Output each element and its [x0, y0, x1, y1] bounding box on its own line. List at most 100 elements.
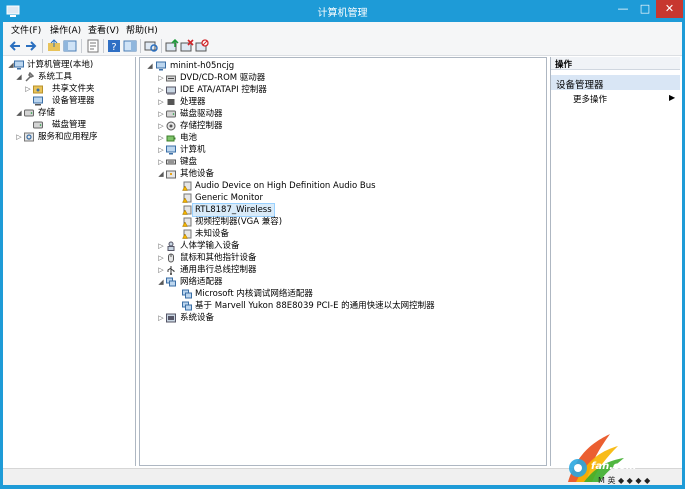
- tree-label: 系统设备: [180, 313, 215, 323]
- back-icon[interactable]: [8, 39, 22, 53]
- up-folder-icon[interactable]: [47, 39, 61, 53]
- expand-icon[interactable]: ▷: [24, 83, 32, 95]
- expand-icon[interactable]: ▷: [157, 144, 165, 156]
- tree-label: 其他设备: [180, 169, 215, 179]
- tree-label: 磁盘管理: [52, 120, 87, 130]
- close-button[interactable]: ✕: [656, 0, 683, 18]
- minimize-button[interactable]: —: [612, 0, 634, 18]
- device-tree: ◢ minint-h05ncjg ▷ DVD/CD-ROM 驱动器 ▷ IDE …: [139, 57, 547, 466]
- tree-label: 磁盘驱动器: [180, 109, 223, 119]
- disk-management-icon: [33, 120, 43, 130]
- forward-icon[interactable]: [24, 39, 38, 53]
- tree-label: 计算机管理(本地): [27, 60, 94, 70]
- content-area: ◢ 计算机管理(本地) ◢ 系统工具 ▷ 共享文件夹 设备管理器 ◢ 存储 磁盘…: [3, 56, 682, 485]
- expand-icon[interactable]: ▷: [157, 108, 165, 120]
- menu-help[interactable]: 帮助(H): [126, 23, 158, 36]
- submenu-arrow-icon[interactable]: ▶: [669, 93, 675, 102]
- collapse-icon[interactable]: ◢: [15, 71, 23, 83]
- watermark-text: fan.com: [591, 461, 637, 472]
- disable-device-icon[interactable]: [195, 39, 209, 53]
- title-bar: 计算机管理 — □ ✕: [0, 0, 685, 22]
- usb-icon: [166, 265, 176, 275]
- menu-view[interactable]: 查看(V): [88, 23, 119, 36]
- actions-section-device-manager[interactable]: 设备管理器: [551, 75, 680, 91]
- help-icon[interactable]: ?: [107, 39, 121, 53]
- expand-icon[interactable]: ▷: [157, 96, 165, 108]
- expand-icon[interactable]: ▷: [157, 72, 165, 84]
- computer-management-icon: [14, 60, 24, 70]
- expand-icon[interactable]: ▷: [157, 312, 165, 324]
- show-tree-icon[interactable]: [63, 39, 77, 53]
- tree-label: 通用串行总线控制器: [180, 265, 257, 275]
- collapse-icon[interactable]: ◢: [146, 60, 154, 72]
- tree-label: 共享文件夹: [52, 84, 95, 94]
- actions-pane: 操作 设备管理器 更多操作 ▶: [550, 57, 680, 466]
- disk-drive-icon: [166, 109, 176, 119]
- network-adapter-icon: [182, 289, 192, 299]
- tree-label: RTL8187_Wireless: [192, 203, 275, 217]
- other-devices-icon: [166, 169, 176, 179]
- uninstall-device-icon[interactable]: [180, 39, 194, 53]
- tree-label: 处理器: [180, 97, 206, 107]
- network-adapter-icon: [182, 301, 192, 311]
- tree-label: 未知设备: [195, 229, 230, 239]
- tree-label: 网络适配器: [180, 277, 223, 287]
- tree-label: 键盘: [180, 157, 198, 167]
- system-devices-icon: [166, 313, 176, 323]
- expand-icon[interactable]: ▷: [157, 120, 165, 132]
- device-manager-icon: [33, 96, 43, 106]
- toolbar-separator: [161, 39, 162, 53]
- tree-label: IDE ATA/ATAPI 控制器: [180, 85, 267, 95]
- collapse-icon[interactable]: ◢: [157, 168, 165, 180]
- tree-label: DVD/CD-ROM 驱动器: [180, 73, 266, 83]
- toolbar-separator: [42, 39, 43, 53]
- warning-device-icon: [182, 193, 192, 203]
- update-driver-icon[interactable]: [165, 39, 179, 53]
- mouse-icon: [166, 253, 176, 263]
- expand-icon[interactable]: ▷: [157, 264, 165, 276]
- warning-device-icon: [182, 217, 192, 227]
- maximize-button[interactable]: □: [634, 0, 656, 18]
- tree-label: Audio Device on High Definition Audio Bu…: [195, 181, 376, 191]
- menu-file[interactable]: 文件(F): [11, 23, 41, 36]
- menu-action[interactable]: 操作(A): [50, 23, 81, 36]
- tree-label: 视频控制器(VGA 兼容): [195, 217, 283, 227]
- tree-label: Generic Monitor: [195, 193, 263, 203]
- actions-header: 操作: [551, 57, 680, 70]
- network-adapter-icon: [166, 277, 176, 287]
- properties-icon[interactable]: [86, 39, 100, 53]
- view-pane-icon[interactable]: [123, 39, 137, 53]
- expand-icon[interactable]: ▷: [157, 132, 165, 144]
- shared-folder-icon: [33, 84, 43, 94]
- tree-label: 服务和应用程序: [38, 132, 98, 142]
- toolbar-separator: [81, 39, 82, 53]
- tree-label: 设备管理器: [52, 96, 95, 106]
- expand-icon[interactable]: ▷: [157, 252, 165, 264]
- console-tree: ◢ 计算机管理(本地) ◢ 系统工具 ▷ 共享文件夹 设备管理器 ◢ 存储 磁盘…: [5, 57, 136, 466]
- tree-label: 基于 Marvell Yukon 88E8039 PCI-E 的通用快速以太网控…: [195, 301, 435, 311]
- tree-label: Microsoft 内核调试网络适配器: [195, 289, 313, 299]
- tree-label: minint-h05ncjg: [170, 61, 235, 71]
- window-title: 计算机管理: [317, 8, 368, 19]
- collapse-icon[interactable]: ◢: [157, 276, 165, 288]
- system-tray[interactable]: M 英 ◆ ◆ ◆ ◆: [598, 475, 650, 486]
- expand-icon[interactable]: ▷: [157, 156, 165, 168]
- processor-icon: [166, 97, 176, 107]
- tree-label: 计算机: [180, 145, 206, 155]
- storage-icon: [24, 108, 34, 118]
- expand-icon[interactable]: ▷: [157, 84, 165, 96]
- toolbar-separator: [140, 39, 141, 53]
- hid-icon: [166, 241, 176, 251]
- tree-label: 鼠标和其他指针设备: [180, 253, 257, 263]
- warning-device-icon: [182, 181, 192, 191]
- scan-hardware-icon[interactable]: [144, 39, 158, 53]
- collapse-icon[interactable]: ◢: [15, 107, 23, 119]
- more-actions-link[interactable]: 更多操作: [573, 93, 607, 105]
- keyboard-icon: [166, 157, 176, 167]
- expand-icon[interactable]: ▷: [15, 131, 23, 143]
- storage-controller-icon: [166, 121, 176, 131]
- ide-controller-icon: [166, 85, 176, 95]
- expand-icon[interactable]: ▷: [157, 240, 165, 252]
- tree-label: 存储: [38, 108, 56, 118]
- computer-icon: [166, 145, 176, 155]
